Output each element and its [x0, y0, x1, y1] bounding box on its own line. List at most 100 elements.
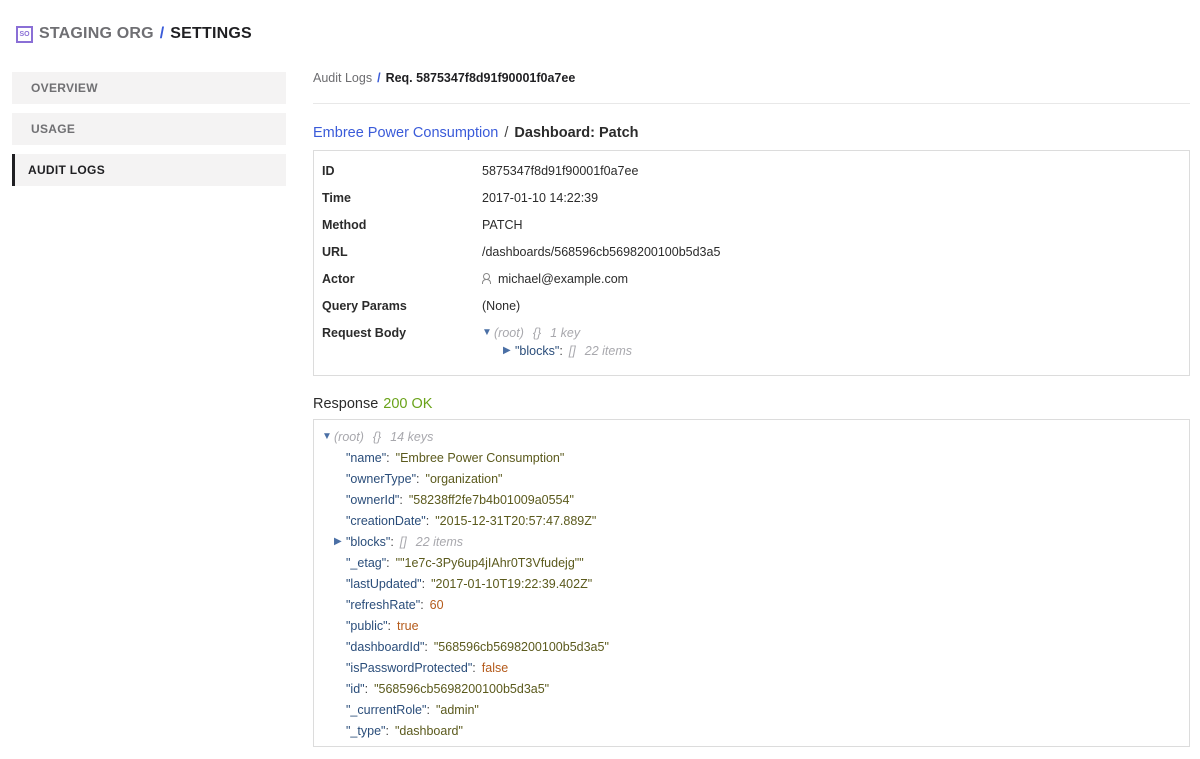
- json-type: []: [399, 534, 407, 549]
- resource-link[interactable]: Embree Power Consumption: [313, 125, 498, 141]
- json-key: "lastUpdated": [346, 576, 422, 591]
- response-title: Response 200 OK: [313, 394, 1190, 414]
- detail-row-time: Time 2017-01-10 14:22:39: [322, 184, 1181, 211]
- detail-value: 5875347f8d91f90001f0a7ee: [482, 163, 639, 178]
- title-separator: /: [504, 125, 509, 141]
- json-root-label: (root): [334, 429, 364, 444]
- json-entry-is-password-protected: "isPasswordProtected": false: [322, 657, 1181, 678]
- detail-label: Actor: [322, 271, 355, 286]
- detail-label: Time: [322, 190, 351, 205]
- detail-value: /dashboards/568596cb5698200100b5d3a5: [482, 244, 721, 259]
- json-value: ""1e7c-3Py6up4jIAhr0T3Vfudejg"": [395, 555, 584, 570]
- sidebar-item-label: OVERVIEW: [31, 81, 98, 95]
- json-count: 22 items: [584, 343, 632, 358]
- json-key: "name": [346, 450, 387, 465]
- request-title: Embree Power Consumption / Dashboard: Pa…: [313, 123, 1190, 143]
- json-type: []: [568, 343, 576, 358]
- request-body-root[interactable]: ▼ (root) {} 1 key: [482, 322, 580, 343]
- json-entry-etag: "_etag": ""1e7c-3Py6up4jIAhr0T3Vfudejg"": [322, 552, 1181, 573]
- json-root-type: {}: [372, 429, 382, 444]
- triangle-right-icon[interactable]: ▶: [503, 345, 515, 356]
- detail-row-actor: Actor michael@example.com: [322, 265, 1181, 292]
- json-value: "568596cb5698200100b5d3a5": [374, 681, 550, 696]
- json-value: "Embree Power Consumption": [395, 450, 565, 465]
- json-value: "dashboard": [394, 723, 463, 738]
- json-colon: :: [424, 639, 428, 654]
- detail-label: Request Body: [322, 325, 407, 340]
- json-entry-public: "public": true: [322, 615, 1181, 636]
- json-key: "blocks": [515, 343, 560, 358]
- json-value: "2015-12-31T20:57:47.889Z": [435, 513, 597, 528]
- json-colon: :: [386, 555, 390, 570]
- breadcrumb-separator: /: [377, 71, 381, 85]
- triangle-down-icon[interactable]: ▼: [482, 327, 494, 338]
- detail-row-id: ID 5875347f8d91f90001f0a7ee: [322, 157, 1181, 184]
- json-key: "isPasswordProtected": [346, 660, 473, 675]
- json-root[interactable]: ▼ (root) {} 14 keys: [322, 426, 1181, 447]
- detail-value: (None): [482, 298, 521, 313]
- json-entry-last-updated: "lastUpdated": "2017-01-10T19:22:39.402Z…: [322, 573, 1181, 594]
- response-body: ▼ (root) {} 14 keys "name": "Embree Powe…: [313, 419, 1190, 747]
- triangle-down-icon[interactable]: ▼: [322, 431, 334, 442]
- json-root-count: 1 key: [550, 325, 581, 340]
- detail-row-url: URL /dashboards/568596cb5698200100b5d3a5: [322, 238, 1181, 265]
- json-colon: :: [364, 681, 369, 696]
- json-key: "dashboardId": [346, 639, 425, 654]
- page-title: SETTINGS: [170, 25, 252, 42]
- json-value: "admin": [435, 702, 479, 717]
- org-badge-icon: SO: [16, 25, 33, 43]
- breadcrumb: Audit Logs / Req. 5875347f8d91f90001f0a7…: [313, 68, 1190, 88]
- json-colon: :: [416, 471, 420, 486]
- json-entry-blocks[interactable]: ▶ "blocks": [] 22 items: [322, 531, 1181, 552]
- org-name[interactable]: STAGING ORG: [39, 25, 154, 43]
- json-key: "creationDate": [346, 513, 426, 528]
- json-value: "2017-01-10T19:22:39.402Z": [431, 576, 593, 591]
- json-colon: :: [386, 450, 390, 465]
- json-colon: :: [387, 618, 392, 633]
- sidebar-item-label: USAGE: [31, 122, 76, 136]
- breadcrumb-audit-logs-link[interactable]: Audit Logs: [313, 71, 372, 85]
- json-value: 60: [429, 597, 444, 612]
- json-entry-name: "name": "Embree Power Consumption": [322, 447, 1181, 468]
- detail-label: URL: [322, 244, 348, 259]
- sidebar-item-label: AUDIT LOGS: [28, 163, 105, 177]
- json-entry-refresh-rate: "refreshRate": 60: [322, 594, 1181, 615]
- json-root-label: (root): [494, 325, 524, 340]
- json-key: "_etag": [346, 555, 387, 570]
- json-node-blocks[interactable]: ▶ "blocks" : [] 22 items: [322, 340, 1181, 361]
- json-key: "_type": [346, 723, 386, 738]
- json-value: "organization": [425, 471, 503, 486]
- detail-value: 2017-01-10 14:22:39: [482, 190, 599, 205]
- request-details: ID 5875347f8d91f90001f0a7ee Time 2017-01…: [313, 150, 1190, 376]
- json-key: "ownerType": [346, 471, 417, 486]
- json-key: "blocks": [346, 534, 391, 549]
- json-entry-owner-id: "ownerId": "58238ff2fe7b4b01009a0554": [322, 489, 1181, 510]
- settings-sidebar: OVERVIEW USAGE AUDIT LOGS: [12, 72, 286, 195]
- sidebar-item-usage[interactable]: USAGE: [12, 113, 286, 145]
- detail-row-method: Method PATCH: [322, 211, 1181, 238]
- json-entry-id: "id": "568596cb5698200100b5d3a5": [322, 678, 1181, 699]
- json-entry-current-role: "_currentRole": "admin": [322, 699, 1181, 720]
- json-value: "568596cb5698200100b5d3a5": [433, 639, 609, 654]
- json-colon: :: [421, 576, 426, 591]
- json-entry-owner-type: "ownerType": "organization": [322, 468, 1181, 489]
- detail-label: ID: [322, 163, 335, 178]
- json-root-count: 14 keys: [390, 429, 434, 444]
- json-key: "id": [346, 681, 365, 696]
- detail-row-query-params: Query Params (None): [322, 292, 1181, 319]
- json-key: "ownerId": [346, 492, 400, 507]
- person-icon: [482, 273, 491, 284]
- request-action: Dashboard: Patch: [514, 125, 639, 141]
- json-colon: :: [385, 723, 389, 738]
- actor-email[interactable]: michael@example.com: [498, 272, 628, 286]
- sidebar-item-audit-logs[interactable]: AUDIT LOGS: [12, 154, 286, 186]
- json-key: "public": [346, 618, 388, 633]
- json-colon: :: [472, 660, 476, 675]
- detail-label: Query Params: [322, 298, 407, 313]
- detail-value: PATCH: [482, 217, 523, 232]
- triangle-right-icon[interactable]: ▶: [334, 536, 346, 547]
- detail-value-actor: michael@example.com: [482, 272, 628, 286]
- json-count: 22 items: [415, 534, 463, 549]
- request-body-tree: ▶ "blocks" : [] 22 items: [322, 340, 1181, 361]
- sidebar-item-overview[interactable]: OVERVIEW: [12, 72, 286, 104]
